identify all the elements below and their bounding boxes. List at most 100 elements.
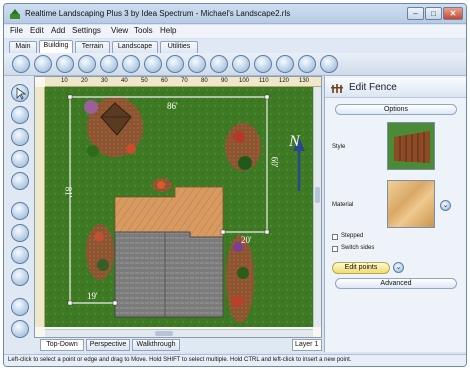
fence-point[interactable] bbox=[67, 300, 73, 306]
chevron-down-icon: ⌄ bbox=[442, 202, 449, 209]
foundation-tool-button[interactable] bbox=[320, 55, 338, 73]
options-label: Options bbox=[383, 106, 409, 113]
vertical-scrollbar[interactable] bbox=[313, 87, 321, 327]
photo-tool-button[interactable] bbox=[11, 298, 29, 316]
material-label: Material bbox=[332, 202, 354, 208]
ruler-label: 110 bbox=[259, 78, 269, 84]
tab-landscape[interactable]: Landscape bbox=[112, 41, 158, 53]
app-window: Realtime Landscaping Plus 3 by Idea Spec… bbox=[3, 3, 467, 367]
minimize-button[interactable]: – bbox=[407, 7, 424, 20]
plan-canvas[interactable]: 10 20 30 40 50 60 70 80 90 100 110 120 1… bbox=[34, 76, 322, 338]
layer-select-value: Layer 1 bbox=[295, 341, 319, 348]
flower-shrub bbox=[233, 131, 245, 143]
fence-icon bbox=[331, 84, 343, 93]
minimize-icon: – bbox=[413, 9, 418, 18]
advanced-button[interactable]: Advanced bbox=[335, 278, 457, 289]
maximize-icon: □ bbox=[431, 9, 436, 18]
flower-shrub bbox=[126, 144, 136, 154]
vertical-scroll-thumb[interactable] bbox=[315, 187, 320, 203]
tab-perspective[interactable]: Perspective bbox=[86, 339, 130, 351]
shed-tool-button[interactable] bbox=[276, 55, 294, 73]
stepped-checkbox[interactable] bbox=[332, 234, 338, 240]
pan-tool-button[interactable] bbox=[11, 106, 29, 124]
zoom-out-button[interactable] bbox=[11, 150, 29, 168]
fence-point[interactable] bbox=[220, 229, 226, 235]
dimension-top: 86' bbox=[167, 101, 178, 111]
advanced-label: Advanced bbox=[380, 280, 412, 287]
rotate-tool-button[interactable] bbox=[11, 172, 29, 190]
menu-tools[interactable]: Tools bbox=[134, 26, 153, 35]
close-button[interactable]: ✕ bbox=[443, 7, 463, 20]
fence-tool-button[interactable] bbox=[12, 55, 30, 73]
edit-points-label: Edit points bbox=[344, 264, 378, 271]
left-ruler bbox=[35, 87, 45, 327]
settings-tool-button[interactable] bbox=[11, 320, 29, 338]
ruler-label: 10 bbox=[61, 78, 68, 84]
menu-edit[interactable]: Edit bbox=[30, 26, 44, 35]
fence-point[interactable] bbox=[264, 94, 270, 100]
title-bar: Realtime Landscaping Plus 3 by Idea Spec… bbox=[4, 4, 466, 24]
zoom-in-button[interactable] bbox=[11, 128, 29, 146]
maximize-button[interactable]: □ bbox=[425, 7, 442, 20]
menu-file[interactable]: File bbox=[10, 26, 23, 35]
horizontal-scroll-thumb[interactable] bbox=[155, 331, 173, 336]
railing-tool-button[interactable] bbox=[78, 55, 96, 73]
edit-points-dropdown-button[interactable]: ⌄ bbox=[393, 262, 404, 273]
pergola-tool-button[interactable] bbox=[210, 55, 228, 73]
edit-panel: Edit Fence Options Style Material ⌄ Step… bbox=[324, 76, 466, 352]
style-swatch[interactable] bbox=[387, 122, 435, 170]
arbor-tool-button[interactable] bbox=[188, 55, 206, 73]
switch-sides-checkbox[interactable] bbox=[332, 246, 338, 252]
layer-tool-button[interactable] bbox=[11, 246, 29, 264]
text-tool-button[interactable] bbox=[11, 224, 29, 242]
deck-tool-button[interactable] bbox=[56, 55, 74, 73]
measure-tool-button[interactable] bbox=[11, 202, 29, 220]
wall-tool-button[interactable] bbox=[34, 55, 52, 73]
fence-point[interactable] bbox=[67, 94, 73, 100]
ruler-label: 100 bbox=[239, 78, 250, 84]
menu-help[interactable]: Help bbox=[160, 26, 176, 35]
roof-tool-button[interactable] bbox=[254, 55, 272, 73]
fence-point[interactable] bbox=[264, 229, 270, 235]
shrub bbox=[87, 145, 99, 157]
menu-view[interactable]: View bbox=[111, 26, 128, 35]
steps-tool-button[interactable] bbox=[100, 55, 118, 73]
tab-utilities[interactable]: Utilities bbox=[160, 41, 198, 53]
tab-terrain[interactable]: Terrain bbox=[75, 41, 110, 53]
tab-building[interactable]: Building bbox=[39, 40, 73, 53]
tab-top-down[interactable]: Top-Down bbox=[40, 339, 84, 351]
tab-walkthrough[interactable]: Walkthrough bbox=[132, 339, 180, 351]
window-tool-button[interactable] bbox=[166, 55, 184, 73]
ruler-label: 60 bbox=[161, 78, 168, 84]
gazebo-tool-button[interactable] bbox=[232, 55, 250, 73]
options-button[interactable]: Options bbox=[335, 104, 457, 115]
menu-bar: File Edit Add Settings View Tools Help bbox=[4, 25, 466, 38]
material-swatch[interactable] bbox=[387, 180, 435, 228]
layer-select[interactable]: Layer 1 bbox=[292, 339, 322, 351]
menu-add[interactable]: Add bbox=[51, 26, 65, 35]
dimension-bottom-right: 20' bbox=[241, 235, 252, 245]
ruler-label: 70 bbox=[181, 78, 188, 84]
window-title: Realtime Landscaping Plus 3 by Idea Spec… bbox=[25, 9, 291, 18]
tab-main[interactable]: Main bbox=[9, 41, 37, 53]
house-roof bbox=[114, 231, 224, 318]
column-tool-button[interactable] bbox=[298, 55, 316, 73]
fence-point[interactable] bbox=[112, 300, 118, 306]
stepped-label: Stepped bbox=[341, 233, 364, 239]
site-plan-drawing bbox=[45, 87, 313, 327]
door-tool-button[interactable] bbox=[144, 55, 162, 73]
lawn-area[interactable]: 86' 60' 81' 20' 19' N bbox=[45, 87, 313, 327]
edit-points-button[interactable]: Edit points bbox=[332, 262, 390, 274]
dimension-tool-button[interactable] bbox=[11, 268, 29, 286]
ruler-label: 50 bbox=[141, 78, 148, 84]
status-text: Left-click to select a point or edge and… bbox=[8, 357, 352, 363]
menu-settings[interactable]: Settings bbox=[72, 26, 101, 35]
close-icon: ✕ bbox=[449, 9, 457, 18]
select-tool-button[interactable] bbox=[11, 84, 29, 102]
horizontal-scrollbar[interactable] bbox=[45, 329, 313, 337]
shrub bbox=[238, 156, 252, 170]
gate-tool-button[interactable] bbox=[122, 55, 140, 73]
top-ruler: 10 20 30 40 50 60 70 80 90 100 110 120 1… bbox=[45, 77, 321, 87]
shrub bbox=[237, 267, 249, 279]
material-dropdown-button[interactable]: ⌄ bbox=[440, 200, 451, 211]
